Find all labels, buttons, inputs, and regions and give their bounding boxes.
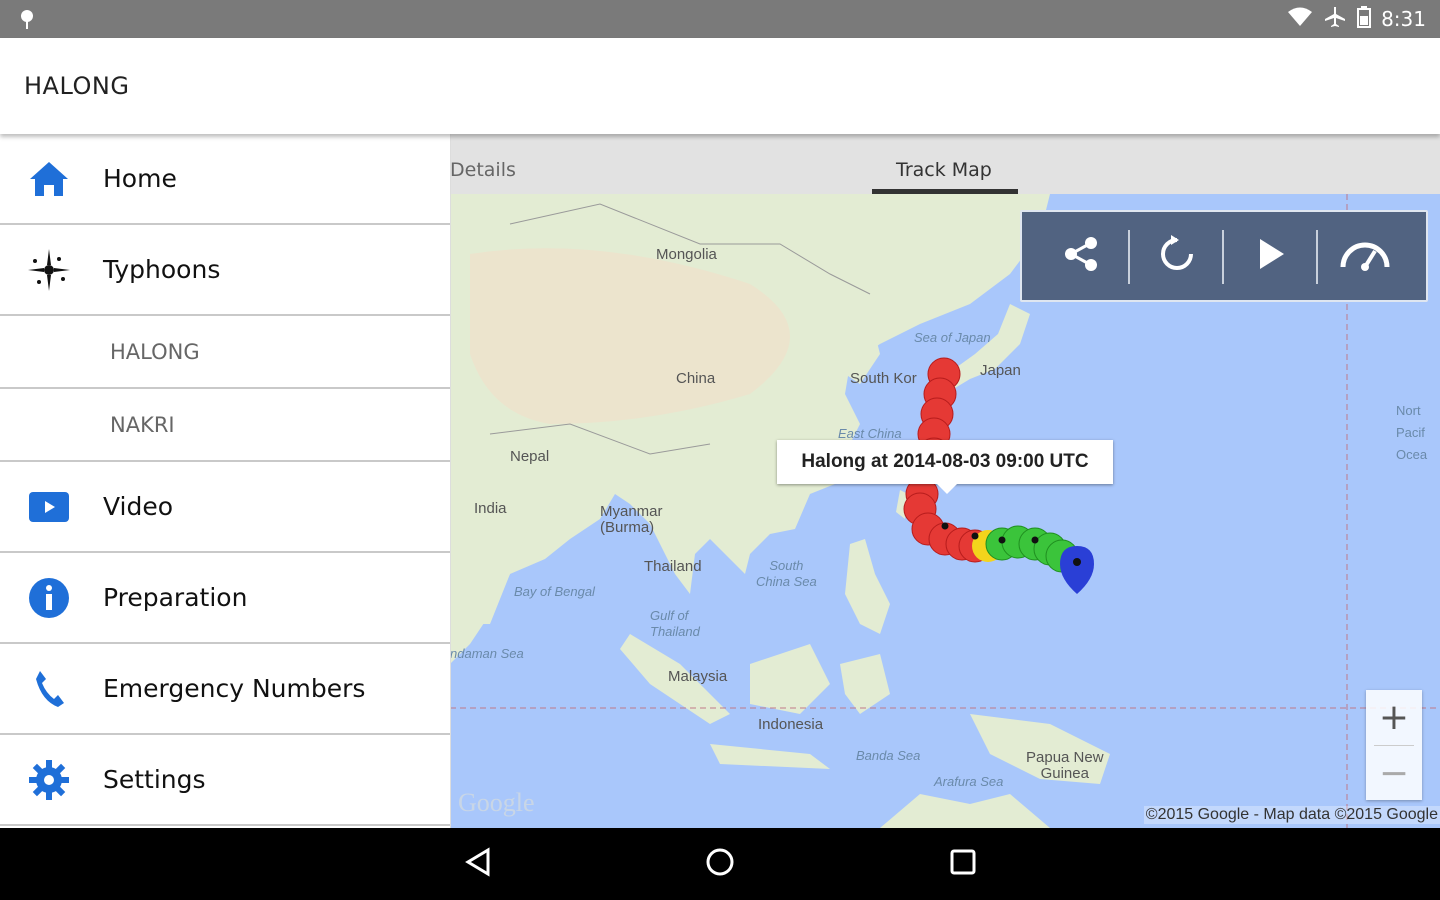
play-button[interactable] <box>1224 212 1318 300</box>
drawer-item-label: Preparation <box>103 583 248 612</box>
map-label-andaman-sea: ndaman Sea <box>450 646 524 661</box>
drawer-item-video[interactable]: Video <box>0 462 450 553</box>
map-label-papua-new-guinea: Papua New Guinea <box>1026 749 1104 782</box>
drawer-item-label: HALONG <box>110 339 200 364</box>
track-point-tooltip: Halong at 2014-08-03 09:00 UTC <box>777 440 1113 494</box>
map-label-japan: Japan <box>980 362 1021 379</box>
map-label-indonesia: Indonesia <box>758 716 824 733</box>
map-controls <box>1020 210 1428 302</box>
clock-time: 8:31 <box>1381 7 1426 31</box>
map-label-south-china-sea: South China Sea <box>756 558 817 589</box>
drawer-item-preparation[interactable]: Preparation <box>0 553 450 644</box>
gear-icon <box>26 757 72 803</box>
app-bar: HALONG <box>0 38 1440 134</box>
share-button[interactable] <box>1034 212 1128 300</box>
drawer-item-label: Emergency Numbers <box>103 674 366 703</box>
drawer-item-home[interactable]: Home <box>0 134 450 225</box>
phone-icon <box>26 666 72 712</box>
tab-track-map[interactable]: Track Map <box>896 159 992 181</box>
map-label-malaysia: Malaysia <box>668 668 728 685</box>
drawer-item-typhoons[interactable]: Typhoons <box>0 225 450 316</box>
drawer-item-label: Typhoons <box>103 255 221 284</box>
home-button[interactable] <box>700 844 740 884</box>
map-label-gulf-of-thailand: Gulf of Thailand <box>650 608 700 639</box>
wifi-icon <box>1287 7 1313 31</box>
system-nav-bar <box>0 828 1440 900</box>
drawer-item-emergency-numbers[interactable]: Emergency Numbers <box>0 644 450 735</box>
map-label-south-korea: South Kor <box>850 370 917 387</box>
home-circle-icon <box>705 847 735 881</box>
map-label-thailand: Thailand <box>644 558 702 575</box>
play-icon <box>1256 237 1286 275</box>
speed-gauge-icon <box>1339 237 1391 275</box>
map-label-nepal: Nepal <box>510 448 550 465</box>
speed-button[interactable] <box>1318 212 1412 300</box>
recents-button[interactable] <box>943 844 983 884</box>
map-label-mongolia: Mongolia <box>656 246 717 263</box>
main-content: Details Track Map Mongolia China South K… <box>450 134 1440 828</box>
status-icons: 8:31 <box>1287 6 1426 32</box>
recents-icon <box>950 849 976 879</box>
airplane-icon <box>1323 6 1347 32</box>
google-logo: Google <box>458 788 535 817</box>
zoom-in-button[interactable]: + <box>1366 690 1422 744</box>
navigation-drawer: Home Typhoons HALONG NAKRI Video Prepara… <box>0 134 451 828</box>
map-label-china: China <box>676 370 716 387</box>
status-bar: 8:31 <box>0 0 1440 38</box>
replay-button[interactable] <box>1130 212 1224 300</box>
map-copyright[interactable]: ©2015 Google - Map data ©2015 Google <box>1143 806 1440 824</box>
drawer-item-label: Home <box>103 164 177 193</box>
map-label-india: India <box>474 500 507 517</box>
location-pin-icon <box>18 8 36 34</box>
drawer-item-label: Settings <box>103 765 206 794</box>
map-label-banda-sea: Banda Sea <box>856 748 921 763</box>
drawer-item-label: Video <box>103 492 174 521</box>
tab-bar: Details Track Map <box>450 134 1440 194</box>
back-button[interactable] <box>458 844 498 884</box>
zoom-out-button[interactable]: − <box>1366 746 1422 800</box>
tab-details[interactable]: Details <box>450 159 516 181</box>
track-map[interactable]: Mongolia China South Kor Japan Sea of Ja… <box>450 194 1440 828</box>
map-label-arafura-sea: Arafura Sea <box>934 774 1004 789</box>
map-label-bay-of-bengal: Bay of Bengal <box>514 584 595 599</box>
home-icon <box>26 156 72 202</box>
map-label-north-pacific: Nort Pacif Ocea <box>1396 403 1428 462</box>
track-point-current <box>1060 546 1094 594</box>
replay-icon <box>1157 234 1197 278</box>
map-label-myanmar: Myanmar (Burma) <box>600 503 663 536</box>
tooltip-text: Halong at 2014-08-03 09:00 UTC <box>801 451 1089 472</box>
map-label-east-china-sea: East China <box>838 426 902 441</box>
share-icon <box>1061 234 1101 278</box>
typhoon-icon <box>26 247 72 293</box>
drawer-subitem-halong[interactable]: HALONG <box>0 316 450 389</box>
back-icon <box>464 847 492 881</box>
map-label-sea-of-japan: Sea of Japan <box>914 330 991 345</box>
video-icon <box>26 484 72 530</box>
zoom-controls: + − <box>1366 690 1422 800</box>
page-title: HALONG <box>24 72 130 100</box>
drawer-item-settings[interactable]: Settings <box>0 735 450 826</box>
battery-icon <box>1357 6 1372 32</box>
drawer-subitem-nakri[interactable]: NAKRI <box>0 389 450 462</box>
drawer-item-label: NAKRI <box>110 412 175 437</box>
info-icon <box>26 575 72 621</box>
